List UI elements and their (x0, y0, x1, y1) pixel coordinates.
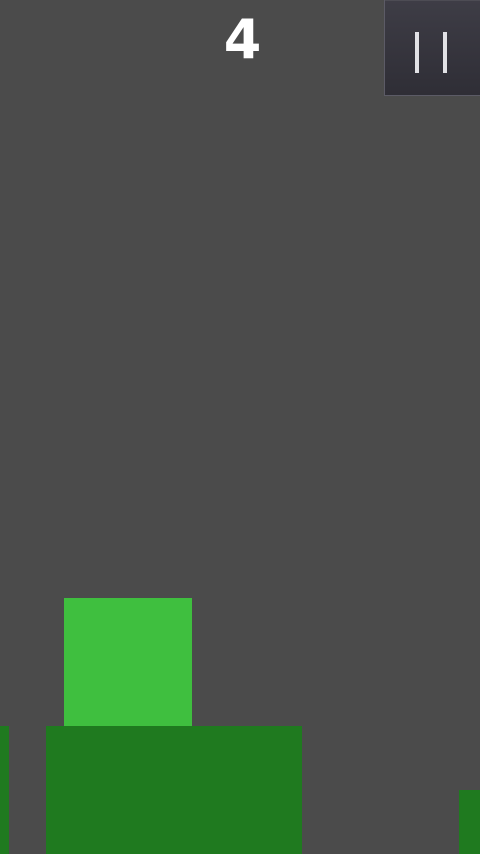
pause-icon-bar-right (443, 32, 447, 73)
pause-icon-bar-left (415, 32, 419, 73)
player-block (64, 598, 192, 726)
pause-button[interactable] (384, 0, 480, 96)
platform-block-main (46, 726, 302, 854)
platform-block-right (459, 790, 480, 854)
game-stage[interactable]: 4 (0, 0, 480, 854)
platform-block-left (0, 726, 9, 854)
